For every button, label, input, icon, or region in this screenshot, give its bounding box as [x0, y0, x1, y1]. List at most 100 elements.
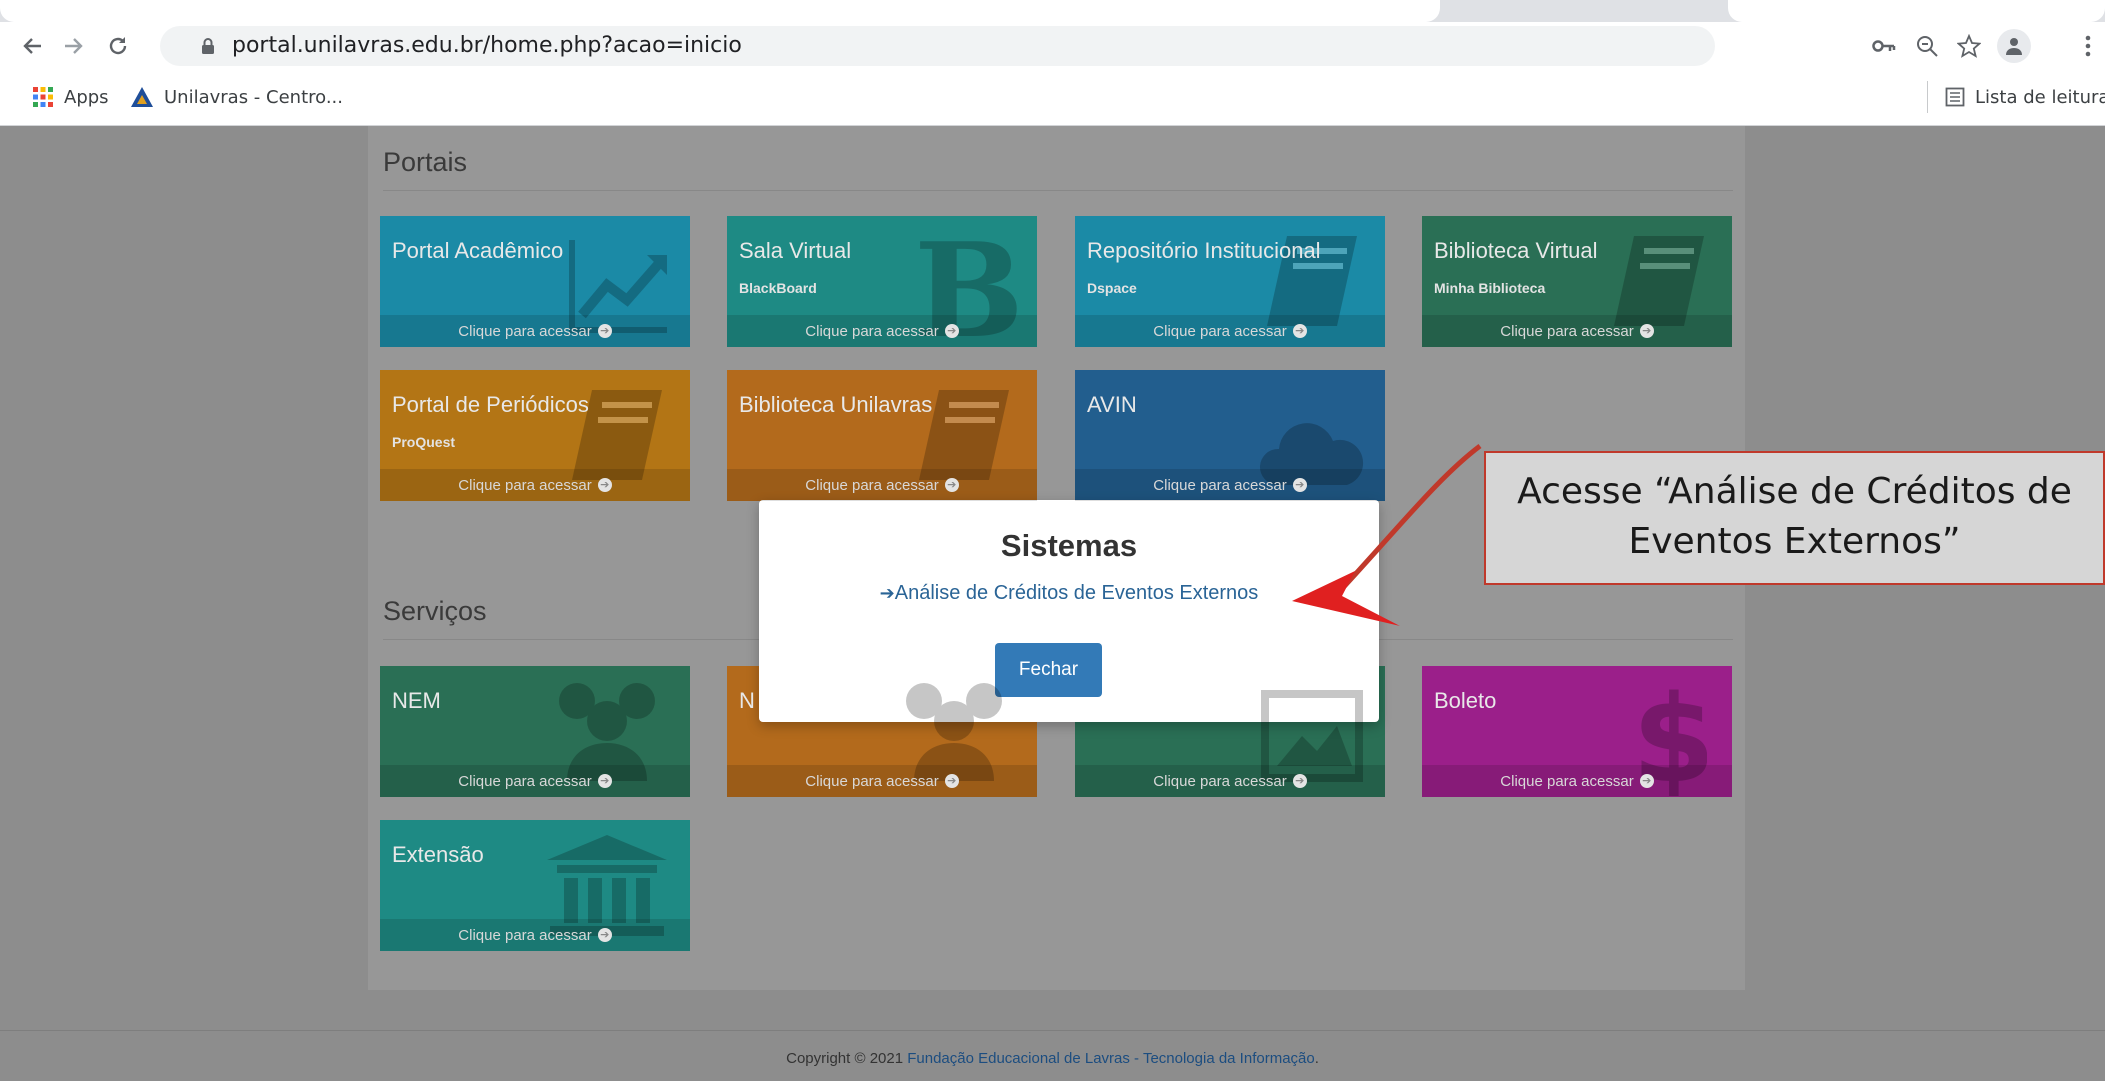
tile-portal-academico[interactable]: Portal Acadêmico Clique para acessar ➔ — [380, 216, 690, 347]
copyright-suffix: . — [1314, 1050, 1319, 1067]
tile-footer-label: Clique para acessar — [1500, 322, 1634, 340]
tile-footer: Clique para acessar ➔ — [727, 315, 1037, 347]
apps-grid-icon — [33, 87, 53, 107]
modal-link-label: Análise de Créditos de Eventos Externos — [894, 582, 1259, 604]
bookmarks-bar: Apps Unilavras - Centro... Lista de leit… — [0, 71, 2105, 126]
tile-footer-label: Clique para acessar — [1153, 476, 1287, 494]
tile-footer: Clique para acessar ➔ — [1075, 315, 1385, 347]
tile-footer: Clique para acessar ➔ — [380, 919, 690, 951]
circle-arrow-right-icon: ➔ — [944, 324, 959, 338]
zoom-icon[interactable] — [1913, 32, 1941, 60]
browser-toolbar: portal.unilavras.edu.br/home.php?acao=in… — [0, 22, 2105, 71]
tile-title: Biblioteca Unilavras — [739, 392, 933, 417]
bookmark-label: Unilavras - Centro... — [164, 86, 343, 108]
bookmark-label: Apps — [64, 86, 109, 108]
lock-icon — [202, 38, 214, 54]
circle-arrow-right-icon: ➔ — [944, 774, 959, 788]
tile-avin[interactable]: AVIN Clique para acessar ➔ — [1075, 370, 1385, 501]
circle-arrow-right-icon: ➔ — [597, 928, 612, 942]
browser-tab[interactable] — [1728, 0, 2105, 22]
circle-arrow-right-icon: ➔ — [1639, 774, 1654, 788]
circle-arrow-right-icon: ➔ — [1292, 774, 1307, 788]
annotation-callout: Acesse “Análise de Créditos de Eventos E… — [1484, 451, 2105, 585]
tile-nem[interactable]: NEM Clique para acessar ➔ — [380, 666, 690, 797]
section-divider — [383, 190, 1733, 191]
tile-footer-label: Clique para acessar — [458, 926, 592, 944]
tile-footer-label: Clique para acessar — [1153, 322, 1287, 340]
copyright-prefix: Copyright © 2021 — [786, 1050, 908, 1067]
circle-arrow-right-icon: ➔ — [1292, 324, 1307, 338]
menu-kebab-icon[interactable] — [2078, 32, 2098, 60]
profile-avatar[interactable] — [1997, 29, 2031, 63]
tile-footer: Clique para acessar ➔ — [380, 315, 690, 347]
reload-icon — [109, 37, 127, 55]
tile-boleto[interactable]: $ Boleto Clique para acessar ➔ — [1422, 666, 1732, 797]
tile-title: N — [739, 688, 755, 713]
copyright-text: Copyright © 2021 Fundação Educacional de… — [0, 1050, 2105, 1067]
tile-footer-label: Clique para acessar — [805, 322, 939, 340]
password-key-icon[interactable] — [1870, 32, 1898, 60]
tile-footer-label: Clique para acessar — [458, 322, 592, 340]
tile-sala-virtual[interactable]: B Sala Virtual BlackBoard Clique para ac… — [727, 216, 1037, 347]
tile-extensao[interactable]: Extensão Clique para acessar ➔ — [380, 820, 690, 951]
tile-footer: Clique para acessar ➔ — [1075, 765, 1385, 797]
tile-footer: Clique para acessar ➔ — [1422, 765, 1732, 797]
circle-arrow-right-icon: ➔ — [1292, 478, 1307, 492]
bookmark-unilavras[interactable]: Unilavras - Centro... — [130, 83, 343, 111]
tile-footer-label: Clique para acessar — [805, 476, 939, 494]
circle-arrow-right-icon: ➔ — [1639, 324, 1654, 338]
browser-tab[interactable] — [0, 0, 1440, 22]
tile-footer-label: Clique para acessar — [805, 772, 939, 790]
section-title-servicos: Serviços — [383, 596, 487, 626]
tile-subtitle: Minha Biblioteca — [1434, 280, 1546, 296]
tile-biblioteca-unilavras[interactable]: Biblioteca Unilavras Clique para acessar… — [727, 370, 1037, 501]
tile-footer: Clique para acessar ➔ — [727, 765, 1037, 797]
tile-footer: Clique para acessar ➔ — [380, 469, 690, 501]
tile-title: Extensão — [392, 842, 484, 867]
back-button[interactable] — [16, 30, 48, 62]
bookmarks-divider — [1927, 81, 1928, 113]
tile-footer: Clique para acessar ➔ — [727, 469, 1037, 501]
circle-arrow-right-icon: ➔ — [597, 774, 612, 788]
person-icon — [2006, 38, 2022, 55]
reading-list-button[interactable]: Lista de leitura — [1945, 83, 2105, 111]
tile-footer: Clique para acessar ➔ — [1075, 469, 1385, 501]
tile-portal-periodicos[interactable]: Portal de Periódicos ProQuest Clique par… — [380, 370, 690, 501]
reload-button[interactable] — [102, 30, 134, 62]
tile-title: AVIN — [1087, 392, 1137, 417]
section-title-portais: Portais — [383, 147, 468, 177]
tile-footer-label: Clique para acessar — [458, 772, 592, 790]
tile-title: Portal Acadêmico — [392, 238, 564, 263]
footer-link[interactable]: Fundação Educacional de Lavras - Tecnolo… — [907, 1050, 1314, 1067]
callout-line: Acesse “Análise de Créditos de — [1517, 471, 2072, 512]
reading-list-icon — [1945, 87, 1965, 107]
url-text: portal.unilavras.edu.br/home.php?acao=in… — [232, 33, 742, 58]
tile-subtitle: Dspace — [1087, 280, 1137, 296]
reading-list-label: Lista de leitura — [1975, 86, 2105, 108]
tile-biblioteca-virtual[interactable]: Biblioteca Virtual Minha Biblioteca Cliq… — [1422, 216, 1732, 347]
circle-arrow-right-icon: ➔ — [597, 478, 612, 492]
tile-subtitle: ProQuest — [392, 434, 456, 450]
back-arrow-icon — [23, 38, 41, 54]
tile-footer-label: Clique para acessar — [1153, 772, 1287, 790]
tile-footer: Clique para acessar ➔ — [380, 765, 690, 797]
tile-title: Sala Virtual — [739, 238, 852, 263]
arrow-right-icon: ➔ — [879, 583, 895, 604]
tile-title: Portal de Periódicos — [392, 392, 589, 417]
unilavras-logo-icon — [131, 87, 153, 107]
callout-line: Eventos Externos” — [1628, 521, 1961, 562]
page-footer: Copyright © 2021 Fundação Educacional de… — [0, 1030, 2105, 1081]
circle-arrow-right-icon: ➔ — [597, 324, 612, 338]
tile-title: Biblioteca Virtual — [1434, 238, 1598, 263]
forward-arrow-icon — [65, 38, 83, 54]
tile-repositorio-institucional[interactable]: Repositório Institucional Dspace Clique … — [1075, 216, 1385, 347]
address-bar[interactable]: portal.unilavras.edu.br/home.php?acao=in… — [160, 26, 1715, 66]
tile-title: Boleto — [1434, 688, 1497, 713]
tile-footer-label: Clique para acessar — [458, 476, 592, 494]
bookmark-star-icon[interactable] — [1955, 32, 1983, 60]
forward-button[interactable] — [58, 30, 90, 62]
bookmark-apps[interactable]: Apps — [32, 83, 109, 111]
tile-footer: Clique para acessar ➔ — [1422, 315, 1732, 347]
tile-subtitle: BlackBoard — [739, 280, 817, 296]
tile-footer-label: Clique para acessar — [1500, 772, 1634, 790]
